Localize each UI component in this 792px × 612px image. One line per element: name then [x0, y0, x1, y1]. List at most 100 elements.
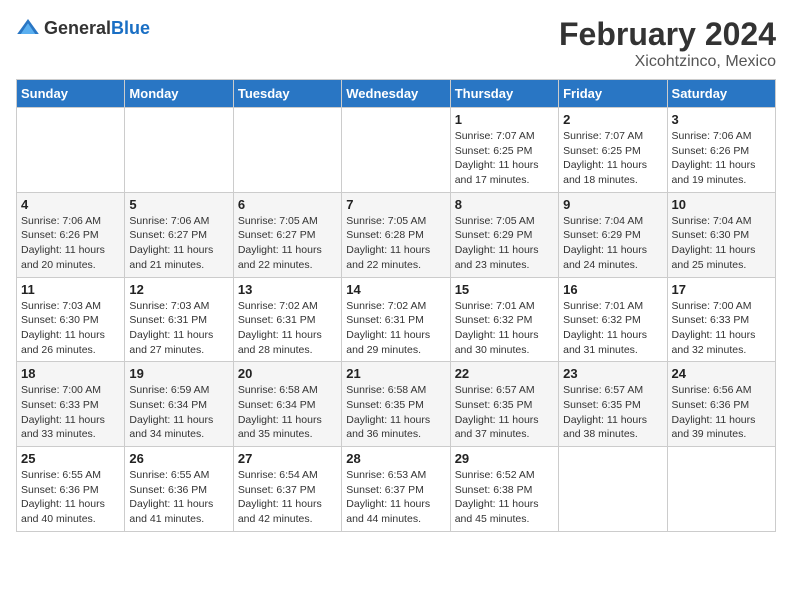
day-info: Sunrise: 6:59 AM Sunset: 6:34 PM Dayligh… [129, 383, 228, 442]
day-number: 20 [238, 366, 337, 381]
weekday-header-wednesday: Wednesday [342, 80, 450, 108]
calendar-cell [233, 108, 341, 193]
day-number: 22 [455, 366, 554, 381]
day-info: Sunrise: 6:55 AM Sunset: 6:36 PM Dayligh… [129, 468, 228, 527]
calendar-cell: 27Sunrise: 6:54 AM Sunset: 6:37 PM Dayli… [233, 447, 341, 532]
day-number: 3 [672, 112, 771, 127]
day-number: 28 [346, 451, 445, 466]
day-number: 21 [346, 366, 445, 381]
day-info: Sunrise: 6:58 AM Sunset: 6:34 PM Dayligh… [238, 383, 337, 442]
day-number: 7 [346, 197, 445, 212]
day-info: Sunrise: 7:04 AM Sunset: 6:30 PM Dayligh… [672, 214, 771, 273]
day-info: Sunrise: 7:06 AM Sunset: 6:26 PM Dayligh… [21, 214, 120, 273]
location-subtitle: Xicohtzinco, Mexico [559, 53, 776, 71]
day-info: Sunrise: 7:03 AM Sunset: 6:31 PM Dayligh… [129, 299, 228, 358]
weekday-header-row: SundayMondayTuesdayWednesdayThursdayFrid… [17, 80, 776, 108]
page-header: GeneralBlue February 2024 Xicohtzinco, M… [16, 16, 776, 71]
weekday-header-tuesday: Tuesday [233, 80, 341, 108]
day-number: 23 [563, 366, 662, 381]
weekday-header-friday: Friday [559, 80, 667, 108]
day-number: 15 [455, 282, 554, 297]
calendar-cell: 24Sunrise: 6:56 AM Sunset: 6:36 PM Dayli… [667, 362, 775, 447]
day-number: 26 [129, 451, 228, 466]
day-number: 2 [563, 112, 662, 127]
calendar-cell: 10 Sunrise: 7:04 AM Sunset: 6:30 PM Dayli… [667, 192, 775, 277]
weekday-header-thursday: Thursday [450, 80, 558, 108]
day-number: 11 [21, 282, 120, 297]
day-info: Sunrise: 7:02 AM Sunset: 6:31 PM Dayligh… [346, 299, 445, 358]
day-number: 14 [346, 282, 445, 297]
calendar-cell: 2 Sunrise: 7:07 AM Sunset: 6:25 PM Daylig… [559, 108, 667, 193]
day-info: Sunrise: 7:05 AM Sunset: 6:28 PM Dayligh… [346, 214, 445, 273]
day-info: Sunrise: 6:54 AM Sunset: 6:37 PM Dayligh… [238, 468, 337, 527]
day-number: 4 [21, 197, 120, 212]
day-number: 10 [672, 197, 771, 212]
day-info: Sunrise: 6:52 AM Sunset: 6:38 PM Dayligh… [455, 468, 554, 527]
day-info: Sunrise: 7:05 AM Sunset: 6:27 PM Dayligh… [238, 214, 337, 273]
calendar-cell: 29 Sunrise: 6:52 AM Sunset: 6:38 PM Dayli… [450, 447, 558, 532]
day-number: 25 [21, 451, 120, 466]
calendar-week-4: 18 Sunrise: 7:00 AM Sunset: 6:33 PM Dayli… [17, 362, 776, 447]
day-number: 29 [455, 451, 554, 466]
day-info: Sunrise: 7:01 AM Sunset: 6:32 PM Dayligh… [563, 299, 662, 358]
day-info: Sunrise: 7:04 AM Sunset: 6:29 PM Dayligh… [563, 214, 662, 273]
calendar-cell: 25 Sunrise: 6:55 AM Sunset: 6:36 PM Dayli… [17, 447, 125, 532]
day-info: Sunrise: 7:00 AM Sunset: 6:33 PM Dayligh… [672, 299, 771, 358]
day-info: Sunrise: 6:55 AM Sunset: 6:36 PM Dayligh… [21, 468, 120, 527]
calendar-week-5: 25 Sunrise: 6:55 AM Sunset: 6:36 PM Dayli… [17, 447, 776, 532]
logo-general-text: General [44, 18, 111, 38]
day-info: Sunrise: 7:00 AM Sunset: 6:33 PM Dayligh… [21, 383, 120, 442]
day-number: 9 [563, 197, 662, 212]
calendar-week-2: 4 Sunrise: 7:06 AM Sunset: 6:26 PM Daylig… [17, 192, 776, 277]
calendar-cell: 6 Sunrise: 7:05 AM Sunset: 6:27 PM Daylig… [233, 192, 341, 277]
calendar-cell: 7 Sunrise: 7:05 AM Sunset: 6:28 PM Daylig… [342, 192, 450, 277]
logo-icon [16, 16, 40, 40]
calendar-week-3: 11 Sunrise: 7:03 AM Sunset: 6:30 PM Dayli… [17, 277, 776, 362]
calendar-cell: 5Sunrise: 7:06 AM Sunset: 6:27 PM Daylig… [125, 192, 233, 277]
day-info: Sunrise: 7:07 AM Sunset: 6:25 PM Dayligh… [563, 129, 662, 188]
calendar-cell: 4 Sunrise: 7:06 AM Sunset: 6:26 PM Daylig… [17, 192, 125, 277]
calendar-cell: 28 Sunrise: 6:53 AM Sunset: 6:37 PM Dayli… [342, 447, 450, 532]
day-info: Sunrise: 6:53 AM Sunset: 6:37 PM Dayligh… [346, 468, 445, 527]
day-info: Sunrise: 7:07 AM Sunset: 6:25 PM Dayligh… [455, 129, 554, 188]
calendar-table: SundayMondayTuesdayWednesdayThursdayFrid… [16, 79, 776, 532]
calendar-cell [342, 108, 450, 193]
day-info: Sunrise: 6:57 AM Sunset: 6:35 PM Dayligh… [563, 383, 662, 442]
day-number: 18 [21, 366, 120, 381]
calendar-cell: 11 Sunrise: 7:03 AM Sunset: 6:30 PM Dayli… [17, 277, 125, 362]
day-number: 16 [563, 282, 662, 297]
weekday-header-monday: Monday [125, 80, 233, 108]
calendar-cell: 14 Sunrise: 7:02 AM Sunset: 6:31 PM Dayli… [342, 277, 450, 362]
day-number: 6 [238, 197, 337, 212]
calendar-cell: 22 Sunrise: 6:57 AM Sunset: 6:35 PM Dayli… [450, 362, 558, 447]
day-info: Sunrise: 7:03 AM Sunset: 6:30 PM Dayligh… [21, 299, 120, 358]
calendar-cell: 18 Sunrise: 7:00 AM Sunset: 6:33 PM Dayli… [17, 362, 125, 447]
day-info: Sunrise: 7:02 AM Sunset: 6:31 PM Dayligh… [238, 299, 337, 358]
calendar-week-1: 1 Sunrise: 7:07 AM Sunset: 6:25 PM Daylig… [17, 108, 776, 193]
logo: GeneralBlue [16, 16, 150, 40]
calendar-cell: 13 Sunrise: 7:02 AM Sunset: 6:31 PM Dayli… [233, 277, 341, 362]
weekday-header-sunday: Sunday [17, 80, 125, 108]
calendar-cell: 3 Sunrise: 7:06 AM Sunset: 6:26 PM Daylig… [667, 108, 775, 193]
calendar-cell: 21 Sunrise: 6:58 AM Sunset: 6:35 PM Dayli… [342, 362, 450, 447]
calendar-cell: 9 Sunrise: 7:04 AM Sunset: 6:29 PM Daylig… [559, 192, 667, 277]
day-info: Sunrise: 7:06 AM Sunset: 6:27 PM Dayligh… [129, 214, 228, 273]
day-info: Sunrise: 7:01 AM Sunset: 6:32 PM Dayligh… [455, 299, 554, 358]
calendar-cell [17, 108, 125, 193]
calendar-cell [125, 108, 233, 193]
day-number: 24 [672, 366, 771, 381]
day-number: 1 [455, 112, 554, 127]
calendar-cell [667, 447, 775, 532]
weekday-header-saturday: Saturday [667, 80, 775, 108]
day-info: Sunrise: 6:57 AM Sunset: 6:35 PM Dayligh… [455, 383, 554, 442]
day-number: 12 [129, 282, 228, 297]
calendar-cell: 19 Sunrise: 6:59 AM Sunset: 6:34 PM Dayli… [125, 362, 233, 447]
day-info: Sunrise: 7:05 AM Sunset: 6:29 PM Dayligh… [455, 214, 554, 273]
day-number: 8 [455, 197, 554, 212]
calendar-cell: 16 Sunrise: 7:01 AM Sunset: 6:32 PM Dayli… [559, 277, 667, 362]
calendar-cell: 12 Sunrise: 7:03 AM Sunset: 6:31 PM Dayli… [125, 277, 233, 362]
day-info: Sunrise: 7:06 AM Sunset: 6:26 PM Dayligh… [672, 129, 771, 188]
day-info: Sunrise: 6:58 AM Sunset: 6:35 PM Dayligh… [346, 383, 445, 442]
day-number: 13 [238, 282, 337, 297]
day-number: 19 [129, 366, 228, 381]
